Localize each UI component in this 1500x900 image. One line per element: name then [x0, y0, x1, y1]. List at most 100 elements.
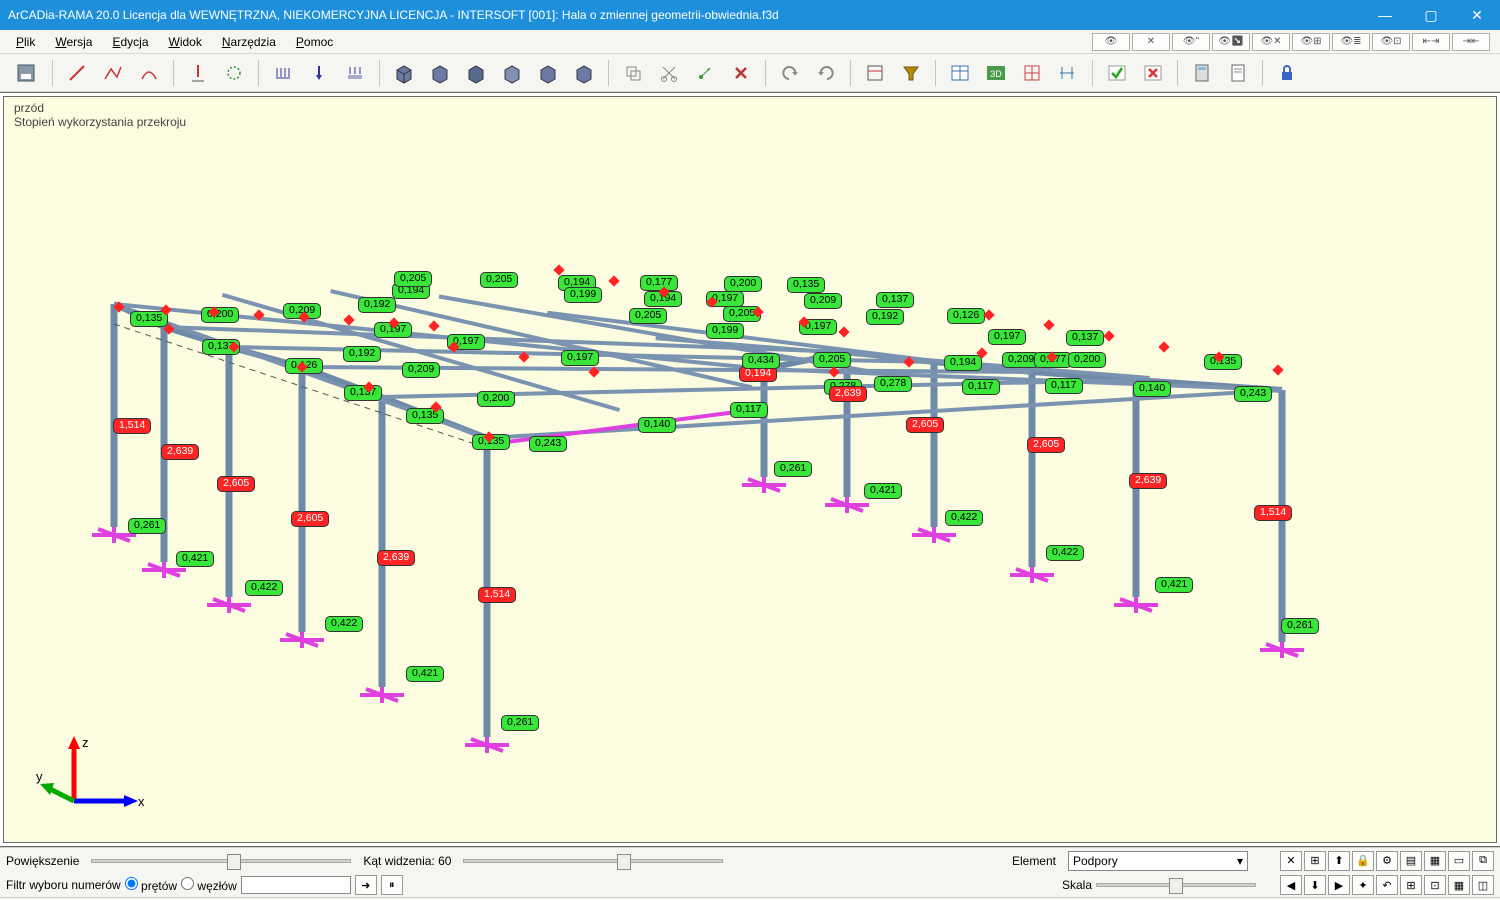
- cube-view-1[interactable]: [388, 58, 420, 88]
- utilization-label: 0,192: [358, 297, 396, 313]
- dimensioning-tool[interactable]: [1052, 58, 1084, 88]
- utilization-label: 0,278: [874, 376, 912, 392]
- utilization-label: 0,209: [804, 293, 842, 309]
- panel-btn-7[interactable]: ▦: [1424, 851, 1446, 871]
- view-tool-6[interactable]: 👁⊞: [1292, 33, 1330, 51]
- panel-btn-6[interactable]: ▤: [1400, 851, 1422, 871]
- table-tool[interactable]: [944, 58, 976, 88]
- menu-wersja[interactable]: Wersja: [45, 33, 102, 51]
- panel-btn-3[interactable]: ⬆: [1328, 851, 1350, 871]
- utilization-label: 1,514: [113, 418, 151, 434]
- utilization-label: 0,205: [629, 308, 667, 324]
- view-tool-extend-right[interactable]: ⇥⇤: [1452, 33, 1490, 51]
- nav-grid4[interactable]: ◫: [1472, 875, 1494, 895]
- cut-tool[interactable]: [653, 58, 685, 88]
- minimize-button[interactable]: ―: [1362, 0, 1408, 30]
- panel-btn-1[interactable]: ✕: [1280, 851, 1302, 871]
- filter-tool[interactable]: [895, 58, 927, 88]
- load-settings-tool[interactable]: [218, 58, 250, 88]
- utilization-label: 0,200: [477, 391, 515, 407]
- view-tool-3[interactable]: 👁": [1172, 33, 1210, 51]
- menu-widok[interactable]: Widok: [159, 33, 212, 51]
- undo-button[interactable]: [774, 58, 806, 88]
- panel-btn-4[interactable]: 🔒: [1352, 851, 1374, 871]
- nav-right[interactable]: ▶: [1328, 875, 1350, 895]
- skala-slider[interactable]: [1096, 883, 1256, 887]
- cube-view-2[interactable]: [424, 58, 456, 88]
- utilization-label: 2,605: [906, 417, 944, 433]
- nav-left[interactable]: ◀: [1280, 875, 1302, 895]
- utilization-label: 2,639: [161, 444, 199, 460]
- point-load-tool[interactable]: [303, 58, 335, 88]
- error-tool[interactable]: [1137, 58, 1169, 88]
- skala-label: Skala: [1062, 878, 1092, 892]
- calc-tool[interactable]: [1186, 58, 1218, 88]
- view-tool-4[interactable]: 👁↘: [1212, 33, 1250, 51]
- utilization-label: 0,192: [866, 309, 904, 325]
- element-combo[interactable]: Podpory▾: [1068, 851, 1248, 871]
- close-button[interactable]: ✕: [1454, 0, 1500, 30]
- svg-text:z: z: [82, 735, 89, 750]
- cube-view-5[interactable]: [532, 58, 564, 88]
- check-tool[interactable]: [1101, 58, 1133, 88]
- distributed-load-tool[interactable]: [267, 58, 299, 88]
- draw-arc-tool[interactable]: [133, 58, 165, 88]
- angle-slider[interactable]: [463, 859, 723, 863]
- filter-input[interactable]: [241, 876, 351, 894]
- utilization-label: 0,126: [947, 308, 985, 324]
- nav-snap[interactable]: ✦: [1352, 875, 1374, 895]
- cube-view-6[interactable]: [568, 58, 600, 88]
- nav-undo[interactable]: ↶: [1376, 875, 1398, 895]
- surface-load-tool[interactable]: [339, 58, 371, 88]
- move-node-tool[interactable]: [689, 58, 721, 88]
- nav-down[interactable]: ⬇: [1304, 875, 1326, 895]
- panel-btn-2[interactable]: ⊞: [1304, 851, 1326, 871]
- menu-edycja[interactable]: Edycja: [102, 33, 158, 51]
- view-tool-1[interactable]: 👁: [1092, 33, 1130, 51]
- utilization-label: 0,421: [176, 551, 214, 567]
- view-toggle-tools: 👁 ✕ 👁" 👁↘ 👁✕ 👁⊞ 👁≣ 👁⊡ ⇤⇥ ⇥⇤: [1092, 33, 1494, 51]
- draw-polyline-tool[interactable]: [97, 58, 129, 88]
- element-label: Element: [1012, 854, 1056, 868]
- draw-line-tool[interactable]: [61, 58, 93, 88]
- cube-view-3[interactable]: [460, 58, 492, 88]
- nav-grid3[interactable]: ▦: [1448, 875, 1470, 895]
- nav-grid2[interactable]: ⊡: [1424, 875, 1446, 895]
- redo-button[interactable]: [810, 58, 842, 88]
- menu-plik[interactable]: Plik: [6, 33, 45, 51]
- radio-pretow[interactable]: prętów: [125, 877, 177, 893]
- nav-grid1[interactable]: ⊞: [1400, 875, 1422, 895]
- utilization-label: 0,192: [343, 346, 381, 362]
- filter-apply-button[interactable]: ➜: [355, 875, 377, 895]
- menu-narzędzia[interactable]: Narzędzia: [212, 33, 286, 51]
- lock-tool[interactable]: [1271, 58, 1303, 88]
- delete-tool[interactable]: [725, 58, 757, 88]
- view-tool-8[interactable]: 👁⊡: [1372, 33, 1410, 51]
- utilization-label: 0,261: [501, 715, 539, 731]
- maximize-button[interactable]: ▢: [1408, 0, 1454, 30]
- panel-btn-9[interactable]: ⧉: [1472, 851, 1494, 871]
- grid-tool[interactable]: [1016, 58, 1048, 88]
- utilization-label: 0,209: [402, 362, 440, 378]
- view-tool-extend-left[interactable]: ⇤⇥: [1412, 33, 1450, 51]
- view-tool-5[interactable]: 👁✕: [1252, 33, 1290, 51]
- support-tool[interactable]: [182, 58, 214, 88]
- view-tool-7[interactable]: 👁≣: [1332, 33, 1370, 51]
- copy-tool[interactable]: [617, 58, 649, 88]
- cube-view-4[interactable]: [496, 58, 528, 88]
- viewport[interactable]: przód Stopień wykorzystania przekroju 0,…: [0, 92, 1500, 847]
- utilization-label: 0,261: [128, 518, 166, 534]
- report-tool[interactable]: [1222, 58, 1254, 88]
- radio-wezlow[interactable]: węzłów: [181, 877, 237, 893]
- view3d-tool[interactable]: 3D: [980, 58, 1012, 88]
- filter-pause-button[interactable]: ⏸: [381, 875, 403, 895]
- view-tool-2[interactable]: ✕: [1132, 33, 1170, 51]
- zoom-slider[interactable]: [91, 859, 351, 863]
- results-tool[interactable]: [859, 58, 891, 88]
- utilization-label: 2,639: [829, 386, 867, 402]
- utilization-label: 0,205: [480, 272, 518, 288]
- panel-btn-5[interactable]: ⚙: [1376, 851, 1398, 871]
- panel-btn-8[interactable]: ▭: [1448, 851, 1470, 871]
- save-button[interactable]: [8, 58, 44, 88]
- menu-pomoc[interactable]: Pomoc: [286, 33, 343, 51]
